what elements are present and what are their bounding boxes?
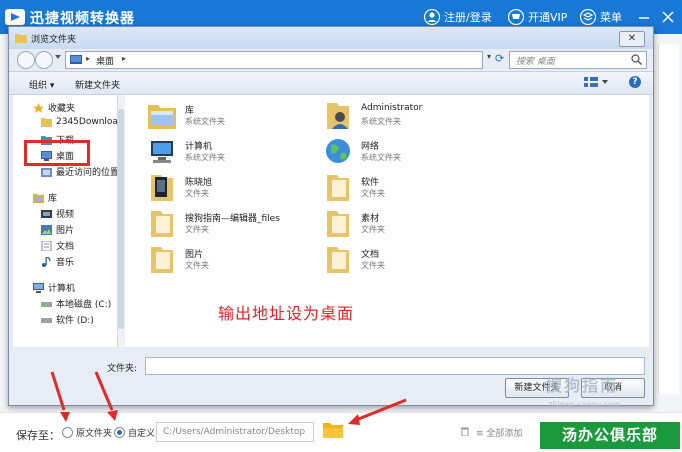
trash-icon[interactable] — [460, 426, 470, 436]
tree-item-computer[interactable]: 计算机 — [33, 281, 75, 294]
computer-icon — [33, 282, 44, 293]
forward-button[interactable] — [35, 51, 53, 69]
folder-item-library[interactable]: 库 系统文件夹 — [147, 99, 317, 133]
folder-icon — [327, 247, 349, 273]
output-path-input[interactable]: C:/Users/Administrator/Desktop — [156, 422, 314, 442]
history-dropdown-icon[interactable] — [55, 55, 61, 59]
dialog-toolbar: 组织 ▾ 新建文件夹 ? — [9, 71, 653, 95]
folder-icon — [15, 34, 27, 43]
layers-icon — [580, 9, 596, 25]
watermark-badge: 汤办公俱乐部 — [540, 422, 680, 449]
folder-item-documents[interactable]: 文档 文件夹 — [323, 243, 493, 277]
folder-icon — [327, 175, 349, 201]
cart-icon — [508, 9, 524, 25]
address-bar[interactable]: ▸ 桌面 ▸ — [65, 51, 483, 69]
folder-icon — [327, 211, 349, 237]
dialog-title: 浏览文件夹 — [31, 35, 77, 45]
tree-item-videos[interactable]: 视频 — [41, 207, 74, 220]
search-input[interactable]: 搜索 桌面 — [509, 51, 647, 69]
radio-selected-dot — [117, 430, 122, 435]
app-logo-icon — [5, 9, 25, 25]
highlight-box — [24, 140, 90, 166]
folder-item-sogou-files[interactable]: 搜狗指南—编辑器_files 文件夹 — [147, 207, 317, 241]
address-text[interactable]: 桌面 — [96, 54, 114, 67]
folder-item-software[interactable]: 软件 文件夹 — [323, 171, 493, 205]
custom-folder-label[interactable]: 自定义 — [128, 426, 155, 439]
desktop-icon — [70, 55, 82, 64]
library-icon — [33, 193, 44, 203]
watermark-logo: 搜狗指南 — [546, 376, 619, 395]
folder-item-administrator[interactable]: Administrator 系统文件夹 — [323, 99, 493, 133]
bottom-action-text[interactable]: ≡ 全部添加 — [476, 426, 522, 439]
disk-icon — [41, 317, 52, 323]
tree-item-pictures[interactable]: 图片 — [41, 223, 74, 236]
app-title: 迅捷视频转换器 — [30, 11, 135, 27]
navigation-tree: 收藏夹 2345Download 下载 桌面 最近访问的位置 库 视频 图片 文… — [13, 95, 124, 347]
tree-item-libraries[interactable]: 库 — [33, 191, 57, 204]
folder-contents: 库 系统文件夹 Administrator 系统文件夹 计算机 系统文件夹 网络… — [125, 95, 649, 347]
navigation-bar: ▸ 桌面 ▸ ▾ ⟳ 搜索 桌面 — [9, 49, 653, 71]
folder-item-network[interactable]: 网络 系统文件夹 — [323, 135, 493, 169]
search-placeholder: 搜索 桌面 — [516, 57, 555, 67]
close-icon[interactable] — [660, 9, 676, 25]
recent-icon — [41, 167, 52, 177]
watermark-url: zhinan.sogou.com — [548, 400, 621, 409]
star-icon — [33, 102, 44, 113]
dialog-close-button[interactable]: ✕ — [619, 31, 645, 47]
breadcrumb-arrow-icon[interactable]: ▸ — [122, 54, 126, 63]
folder-icon — [41, 118, 52, 127]
tree-item-documents[interactable]: 文档 — [41, 239, 74, 252]
folder-item-materials[interactable]: 素材 文件夹 — [323, 207, 493, 241]
app-side-panel — [658, 44, 679, 394]
tree-scrollbar-thumb[interactable] — [118, 109, 124, 329]
folder-icon — [151, 247, 173, 273]
save-to-label: 保存至： — [16, 429, 60, 442]
browse-folder-dialog: 浏览文件夹 ✕ ▸ 桌面 ▸ ▾ ⟳ 搜索 桌面 组织 ▾ 新建文件夹 ? 收藏… — [8, 26, 654, 406]
login-button[interactable]: 注册/登录 — [424, 9, 492, 25]
menu-button[interactable]: 菜单 — [580, 9, 622, 25]
tree-item-drive-d[interactable]: 软件 (D:) — [41, 313, 94, 326]
help-icon[interactable]: ? — [629, 76, 641, 88]
tree-item-music[interactable]: 音乐 — [41, 255, 74, 268]
back-button[interactable] — [17, 51, 35, 69]
folder-item-chenxiaoxu[interactable]: 陈晓旭 文件夹 — [147, 171, 317, 205]
organize-menu[interactable]: 组织 ▾ — [29, 78, 54, 91]
view-options-icon[interactable] — [583, 76, 611, 88]
picture-icon — [41, 224, 52, 235]
folder-item-pictures[interactable]: 图片 文件夹 — [147, 243, 317, 277]
refresh-icon[interactable]: ⟳ — [495, 52, 509, 66]
breadcrumb-arrow-icon[interactable]: ▸ — [86, 54, 90, 63]
search-icon — [631, 54, 642, 65]
tree-item-recent[interactable]: 最近访问的位置 — [41, 165, 119, 178]
new-folder-toolbar-button[interactable]: 新建文件夹 — [75, 78, 120, 91]
annotation-text: 输出地址设为桌面 — [218, 304, 355, 323]
tree-item-drive-c[interactable]: 本地磁盘 (C:) — [41, 297, 111, 310]
disk-icon — [41, 301, 52, 307]
minimize-icon[interactable] — [636, 9, 652, 25]
original-folder-label[interactable]: 原文件夹 — [76, 426, 112, 439]
document-icon — [41, 240, 52, 251]
tree-item-2345download[interactable]: 2345Download — [41, 117, 124, 127]
folder-item-computer[interactable]: 计算机 系统文件夹 — [147, 135, 317, 169]
folder-icon — [151, 175, 173, 201]
vip-button[interactable]: 开通VIP — [508, 9, 567, 25]
folder-icon — [151, 211, 173, 237]
tree-item-favorites[interactable]: 收藏夹 — [33, 101, 75, 114]
custom-folder-radio[interactable] — [114, 427, 125, 438]
output-path-text: C:/Users/Administrator/Desktop — [163, 427, 306, 437]
music-icon — [42, 256, 51, 267]
network-globe-icon — [326, 139, 350, 163]
user-icon — [424, 9, 440, 25]
computer-icon — [151, 141, 173, 163]
user-folder-icon — [327, 103, 349, 129]
folder-name-label: 文件夹: — [107, 364, 138, 374]
library-icon — [148, 105, 176, 129]
video-icon — [41, 209, 52, 218]
open-folder-icon[interactable] — [322, 421, 344, 439]
dialog-title-bar: 浏览文件夹 ✕ — [9, 27, 653, 49]
original-folder-radio[interactable] — [62, 427, 73, 438]
